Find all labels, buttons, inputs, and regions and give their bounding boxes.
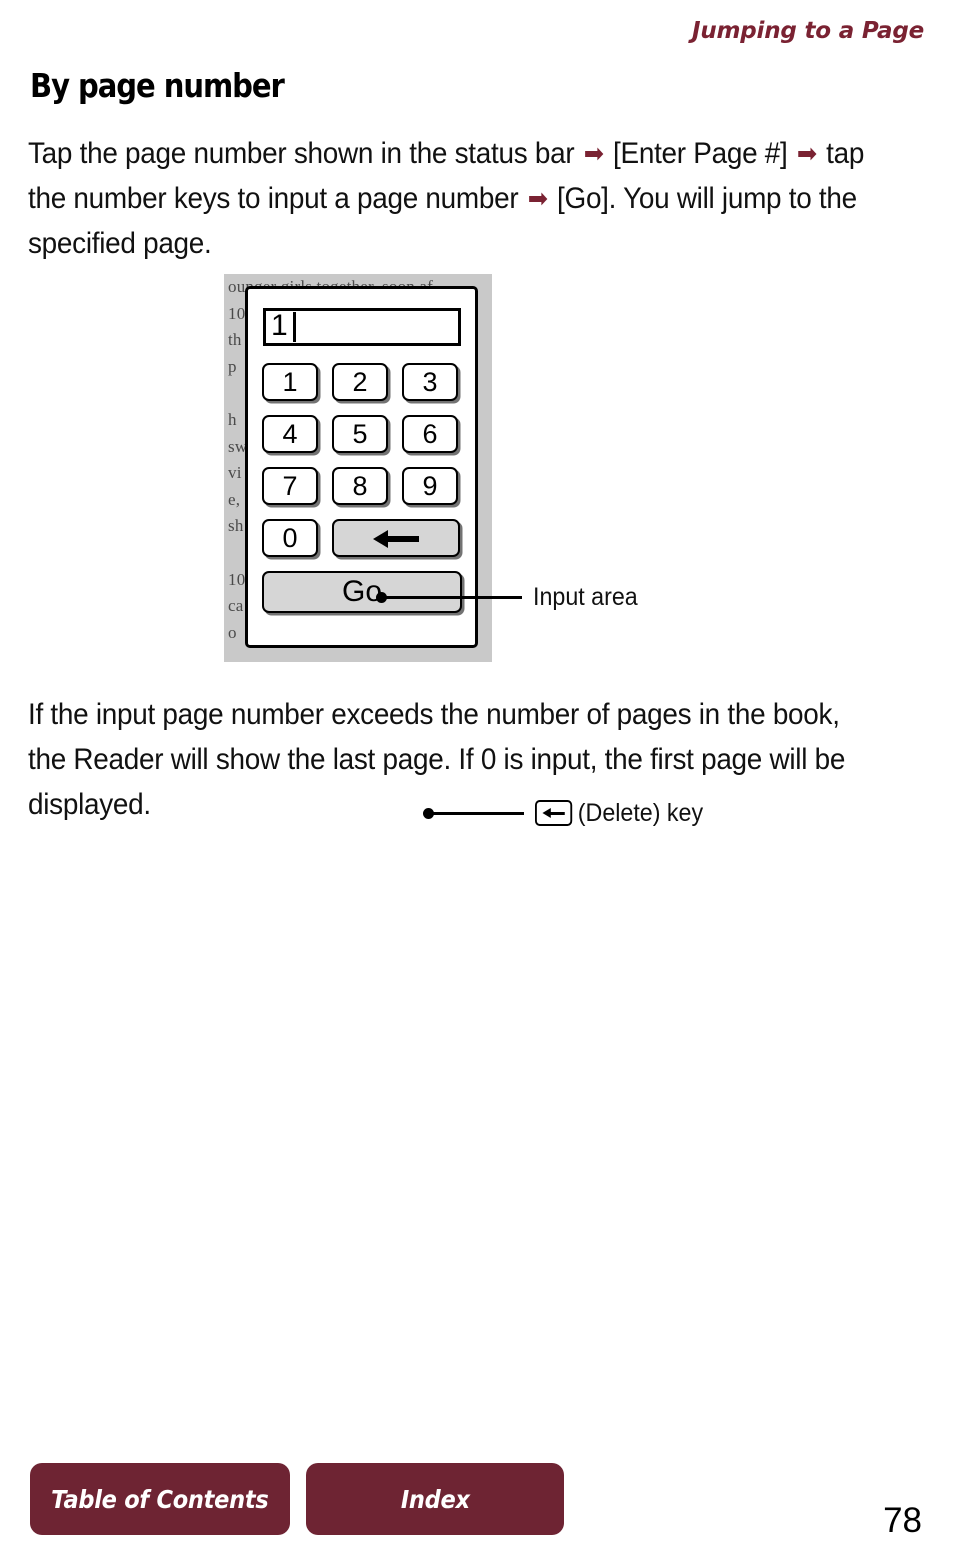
arrow-right-icon: ➡ [583,139,604,169]
key-2[interactable]: 2 [332,363,388,401]
arrow-right-icon: ➡ [796,139,817,169]
intro-paragraph: Tap the page number shown in the status … [28,131,874,266]
delete-key[interactable] [332,519,460,557]
arrow-right-icon: ➡ [527,184,548,214]
key-9[interactable]: 9 [402,467,458,505]
keypad-figure: ounger girls together, soon af10thp hswv… [0,265,954,827]
key-7[interactable]: 7 [262,467,318,505]
note-paragraph: If the input page number exceeds the num… [28,698,846,821]
key-5[interactable]: 5 [332,415,388,453]
page-title: By page number [30,66,285,105]
table-of-contents-button[interactable]: Table of Contents [30,1463,290,1535]
go-button[interactable]: Go [262,571,462,613]
page-number-input-value: 1 [271,309,288,342]
page-number: 78 [883,1501,922,1540]
callout-label-input-area: Input area [533,582,638,612]
page-number-input[interactable]: 1 [263,308,461,346]
ereader-text-line [228,646,490,662]
key-8[interactable]: 8 [332,467,388,505]
callout-line-input-area [381,596,522,599]
key-6[interactable]: 6 [402,415,458,453]
key-0[interactable]: 0 [262,519,318,557]
callout-input-area-text: Input area [533,583,638,611]
arrow-left-icon [373,529,419,548]
index-label: Index [400,1484,470,1514]
numeric-keypad: 123 456 789 0 [262,363,462,557]
enter-page-dialog: 1 1234567890 Go [245,286,478,648]
intro-text-part-2: [Enter Page #] [613,137,788,170]
table-of-contents-label: Table of Contents [51,1484,269,1514]
index-button[interactable]: Index [306,1463,564,1535]
running-header: Jumping to a Page [692,18,924,44]
key-4[interactable]: 4 [262,415,318,453]
text-caret [293,312,296,342]
key-3[interactable]: 3 [402,363,458,401]
intro-text-part-1: Tap the page number shown in the status … [28,137,575,170]
key-1[interactable]: 1 [262,363,318,401]
